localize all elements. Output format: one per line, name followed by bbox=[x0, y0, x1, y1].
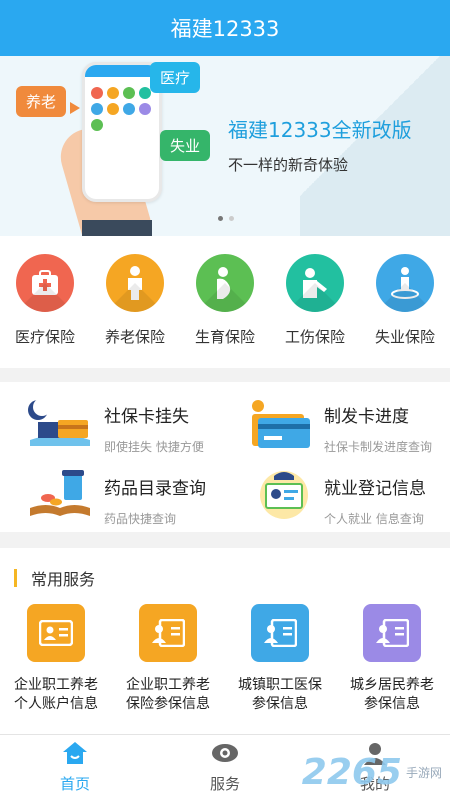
watermark: 2265 手游网 bbox=[302, 752, 442, 793]
service-label: 城镇职工医保 参保信息 bbox=[238, 677, 322, 712]
insurance-maternity[interactable]: 生育保险 bbox=[180, 236, 270, 368]
section-title: 常用服务 bbox=[31, 570, 96, 589]
user-doc-icon bbox=[363, 604, 421, 662]
quick-title: 社保卡挂失 bbox=[104, 407, 189, 427]
page-title: 福建12333 bbox=[170, 17, 280, 41]
service-label: 城乡居民养老 参保信息 bbox=[350, 677, 434, 712]
medical-kit-icon bbox=[16, 254, 74, 312]
quick-title: 制发卡进度 bbox=[324, 407, 409, 427]
insurance-pension[interactable]: 养老保险 bbox=[90, 236, 180, 368]
section-accent-bar bbox=[14, 569, 17, 587]
card-progress-icon bbox=[252, 400, 310, 448]
tab-label: 首页 bbox=[59, 775, 90, 793]
home-icon bbox=[63, 742, 87, 764]
service-label: 企业职工养老 保险参保信息 bbox=[126, 677, 210, 712]
promo-banner[interactable]: 养老 医疗 失业 福建12333全新改版 不一样的新奇体验 bbox=[0, 56, 450, 236]
section-header: 常用服务 bbox=[14, 566, 95, 590]
medicine-entry[interactable]: 药品目录查询 药品快捷查询 bbox=[0, 458, 225, 530]
quick-title: 药品目录查询 bbox=[104, 479, 206, 499]
injury-icon bbox=[286, 254, 344, 312]
service-label: 企业职工养老 个人账户信息 bbox=[14, 677, 98, 712]
pregnancy-icon bbox=[196, 254, 254, 312]
quick-subtitle: 药品快捷查询 bbox=[104, 512, 177, 526]
quick-subtitle: 即使挂失 快捷方便 bbox=[104, 440, 204, 454]
insurance-label: 医疗保险 bbox=[14, 328, 75, 346]
insurance-label: 生育保险 bbox=[194, 328, 255, 346]
watermark-number: 2265 bbox=[301, 752, 402, 793]
tab-label: 服务 bbox=[209, 775, 240, 793]
banner-subtitle: 不一样的新奇体验 bbox=[228, 156, 349, 174]
unemployment-icon bbox=[376, 254, 434, 312]
insurance-row: 医疗保险 养老保险 生育保险 工伤保险 失业保险 bbox=[0, 236, 450, 368]
elderly-icon bbox=[106, 254, 164, 312]
quick-title: 就业登记信息 bbox=[324, 479, 426, 499]
insurance-unemployment[interactable]: 失业保险 bbox=[360, 236, 450, 368]
medicine-icon bbox=[30, 470, 90, 516]
insurance-label: 工伤保险 bbox=[284, 328, 345, 346]
insurance-injury[interactable]: 工伤保险 bbox=[270, 236, 360, 368]
carousel-dot[interactable] bbox=[229, 216, 234, 221]
eye-icon bbox=[212, 744, 238, 762]
carousel-indicator bbox=[218, 216, 234, 221]
app-header: 福建12333 bbox=[0, 0, 450, 56]
card-loss-entry[interactable]: 社保卡挂失 即使挂失 快捷方便 bbox=[0, 386, 225, 458]
quick-services: 社保卡挂失 即使挂失 快捷方便 制发卡进度 社保卡制发进度查询 药品目录查询 药… bbox=[0, 382, 450, 532]
card-loss-icon bbox=[28, 398, 90, 446]
watermark-text: 手游网 bbox=[405, 766, 442, 780]
id-card-icon bbox=[27, 604, 85, 662]
user-doc-icon bbox=[251, 604, 309, 662]
carousel-dot[interactable] bbox=[218, 216, 223, 221]
bubble-pension: 养老 bbox=[16, 86, 67, 117]
bubble-unemployment: 失业 bbox=[160, 130, 211, 161]
service-resident-pension[interactable]: 城乡居民养老 参保信息 bbox=[336, 604, 448, 714]
banner-title: 福建12333全新改版 bbox=[228, 118, 412, 142]
tab-home[interactable]: 首页 bbox=[0, 735, 150, 800]
insurance-label: 失业保险 bbox=[374, 328, 435, 346]
user-doc-icon bbox=[139, 604, 197, 662]
insurance-medical[interactable]: 医疗保险 bbox=[0, 236, 90, 368]
service-pension-account[interactable]: 企业职工养老 个人账户信息 bbox=[0, 604, 112, 714]
insurance-label: 养老保险 bbox=[104, 328, 165, 346]
service-pension-insured[interactable]: 企业职工养老 保险参保信息 bbox=[112, 604, 224, 714]
tab-services[interactable]: 服务 bbox=[150, 735, 300, 800]
quick-subtitle: 个人就业 信息查询 bbox=[324, 512, 424, 526]
service-medical-insured[interactable]: 城镇职工医保 参保信息 bbox=[224, 604, 336, 714]
bubble-medical: 医疗 bbox=[150, 62, 201, 93]
common-services: 常用服务 企业职工养老 个人账户信息 企业职工养老 保险参保信息 城镇职工医保 参保信… bbox=[0, 548, 450, 734]
employment-entry[interactable]: 就业登记信息 个人就业 信息查询 bbox=[220, 458, 445, 530]
card-progress-entry[interactable]: 制发卡进度 社保卡制发进度查询 bbox=[220, 386, 445, 458]
quick-subtitle: 社保卡制发进度查询 bbox=[324, 440, 433, 454]
employment-icon bbox=[260, 471, 308, 519]
